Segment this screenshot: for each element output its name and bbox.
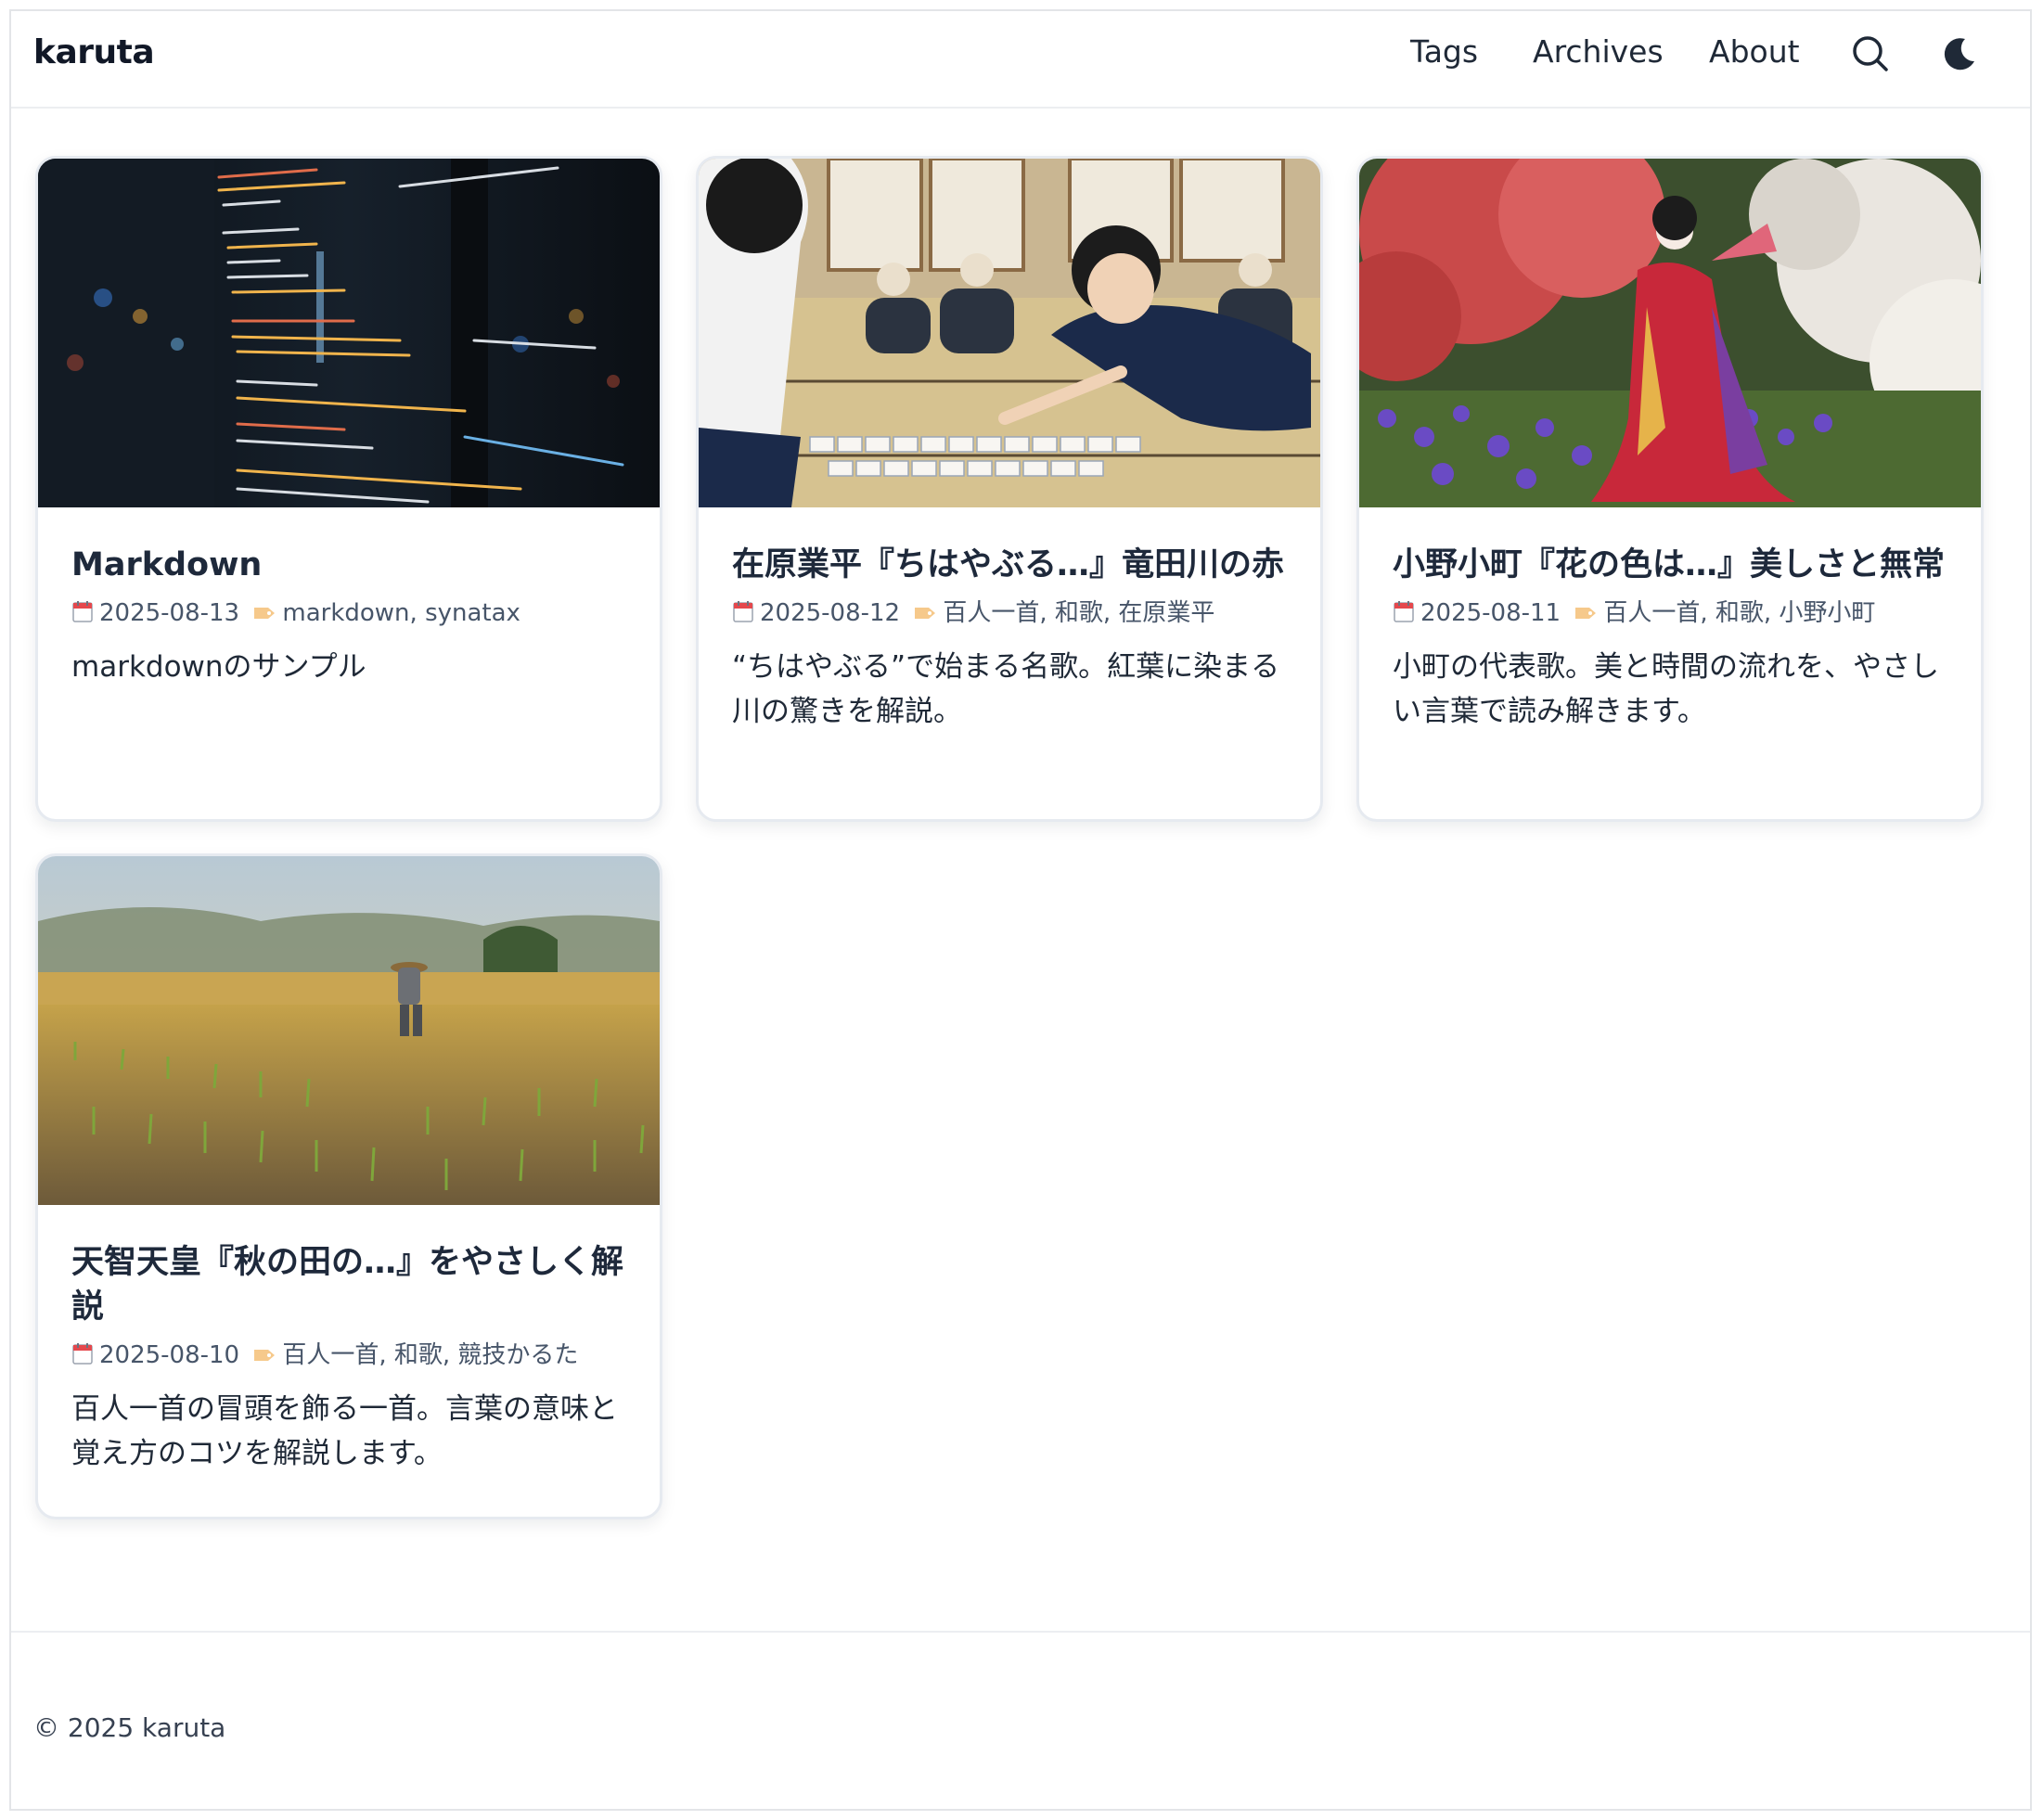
post-card[interactable]: 天智天皇『秋の田の…』をやさしく解説 2025-08-10 百人一首, 和歌, … xyxy=(35,853,662,1519)
site-brand[interactable]: karuta xyxy=(33,33,155,71)
post-tags[interactable]: markdown, synatax xyxy=(282,599,520,627)
post-meta: 2025-08-13 markdown, synatax xyxy=(71,595,626,632)
site-footer: © 2025 karuta xyxy=(11,1631,2030,1743)
nav-archives[interactable]: Archives xyxy=(1533,33,1664,70)
post-excerpt: markdownのサンプル xyxy=(71,650,366,684)
search-button[interactable] xyxy=(1848,32,1893,76)
calendar-icon xyxy=(72,1343,93,1365)
post-card[interactable]: Markdown 2025-08-13 markdown, synatax ma… xyxy=(35,156,662,822)
tag-icon xyxy=(254,608,276,619)
post-excerpt: 百人一首の冒頭を飾る一首。言葉の意味と覚え方のコツを解説します。 xyxy=(71,1392,618,1470)
calendar-icon xyxy=(72,601,93,622)
page: karuta Tags Archives About Markdown 2025… xyxy=(9,9,2032,1811)
copyright: © 2025 karuta xyxy=(33,1712,226,1743)
post-card[interactable]: 在原業平『ちはやぶる…』竜田川の赤 2025-08-12 百人一首, 和歌, 在… xyxy=(696,156,1323,822)
post-date: 2025-08-12 xyxy=(760,599,901,627)
post-thumbnail[interactable] xyxy=(1359,159,1981,507)
post-excerpt: 小町の代表歌。美と時間の流れを、やさしい言葉で読み解きます。 xyxy=(1393,650,1939,728)
post-tags[interactable]: 百人一首, 和歌, 小野小町 xyxy=(1603,599,1875,627)
post-title[interactable]: 在原業平『ちはやぶる…』竜田川の赤 xyxy=(732,543,1287,587)
post-tags[interactable]: 百人一首, 和歌, 在原業平 xyxy=(943,599,1214,627)
post-meta: 2025-08-12 百人一首, 和歌, 在原業平 xyxy=(732,595,1287,632)
tag-icon xyxy=(254,1350,276,1361)
post-date: 2025-08-11 xyxy=(1420,599,1561,627)
tag-icon xyxy=(1575,608,1597,619)
nav-about[interactable]: About xyxy=(1709,33,1800,70)
post-date: 2025-08-10 xyxy=(99,1341,240,1369)
post-meta: 2025-08-10 百人一首, 和歌, 競技かるた xyxy=(71,1337,626,1374)
site-header: karuta Tags Archives About xyxy=(11,11,2030,109)
search-icon xyxy=(1853,36,1888,71)
post-card[interactable]: 小野小町『花の色は…』美しさと無常 2025-08-11 百人一首, 和歌, 小… xyxy=(1356,156,1984,822)
theme-toggle-button[interactable] xyxy=(1937,32,1982,76)
post-title[interactable]: 小野小町『花の色は…』美しさと無常 xyxy=(1393,543,1947,587)
post-title[interactable]: Markdown xyxy=(71,543,626,587)
post-tags[interactable]: 百人一首, 和歌, 競技かるた xyxy=(282,1341,578,1369)
post-thumbnail[interactable] xyxy=(699,159,1320,507)
calendar-icon xyxy=(733,601,753,622)
post-excerpt: “ちはやぶる”で始まる名歌。紅葉に染まる川の驚きを解説。 xyxy=(732,650,1280,728)
calendar-icon xyxy=(1394,601,1414,622)
nav-tags[interactable]: Tags xyxy=(1410,33,1478,70)
post-date: 2025-08-13 xyxy=(99,599,240,627)
post-meta: 2025-08-11 百人一首, 和歌, 小野小町 xyxy=(1393,595,1947,632)
moon-icon xyxy=(1944,38,1974,70)
post-thumbnail[interactable] xyxy=(38,856,660,1205)
post-thumbnail[interactable] xyxy=(38,159,660,507)
post-title[interactable]: 天智天皇『秋の田の…』をやさしく解説 xyxy=(71,1240,626,1329)
tag-icon xyxy=(915,608,936,619)
